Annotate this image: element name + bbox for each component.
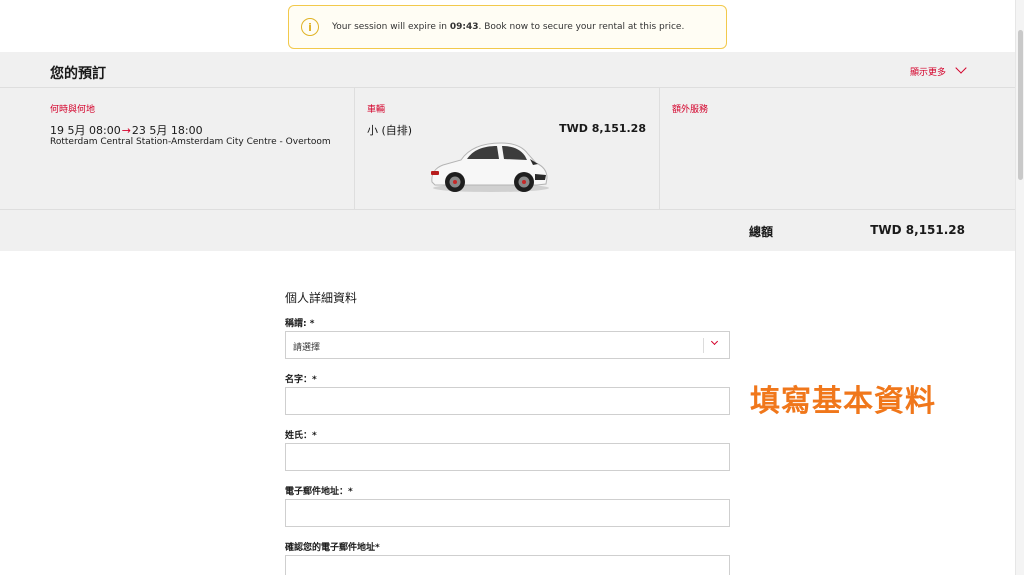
rental-dates: 19 5月 08:00→23 5月 18:00 — [50, 122, 203, 138]
total-label: 總額 — [749, 225, 774, 239]
email-field[interactable] — [285, 499, 730, 527]
show-more-link[interactable]: 顯示更多 — [910, 65, 946, 78]
vehicle-label: 車輛 — [367, 105, 386, 115]
vehicle-class: 小 (自排) — [367, 124, 413, 137]
first-name-field[interactable] — [285, 387, 730, 415]
confirm-email-field[interactable] — [285, 555, 730, 575]
vehicle-column: 車輛 小 (自排) TWD 8,151.28 — [355, 88, 660, 209]
session-text-suffix: . Book now to secure your rental at this… — [478, 22, 685, 32]
session-expiry-banner: i Your session will expire in 09:43. Boo… — [288, 5, 727, 49]
extras-column: 額外服務 — [660, 88, 1015, 209]
last-name-label: 姓氏：* — [285, 431, 317, 441]
extras-label: 額外服務 — [672, 105, 709, 115]
salutation-selected-value: 請選擇 — [293, 343, 321, 353]
confirm-email-label: 確認您的電子郵件地址* — [285, 543, 380, 553]
rental-location: Rotterdam Central Station-Amsterdam City… — [50, 137, 331, 147]
first-name-label: 名字：* — [285, 375, 317, 385]
total-price: TWD 8,151.28 — [870, 223, 965, 237]
total-row: 總額 TWD 8,151.28 — [0, 209, 1015, 251]
booking-summary-header: 您的預訂 顯示更多 — [0, 52, 1015, 88]
select-divider — [703, 338, 704, 353]
form-title: 個人詳細資料 — [285, 291, 358, 305]
annotation-text: 填寫基本資料 — [750, 384, 936, 419]
chevron-down-icon[interactable] — [955, 62, 967, 74]
scrollbar-thumb[interactable] — [1018, 30, 1023, 180]
vehicle-price: TWD 8,151.28 — [559, 122, 646, 135]
when-where-column: 何時與何地 19 5月 08:00→23 5月 18:00 Rotterdam … — [0, 88, 355, 209]
email-label: 電子郵件地址：* — [285, 487, 353, 497]
info-icon: i — [301, 18, 319, 36]
session-message: Your session will expire in 09:43. Book … — [332, 22, 684, 32]
booking-title: 您的預訂 — [50, 66, 106, 82]
salutation-label: 稱謂: * — [285, 319, 315, 329]
chevron-down-icon[interactable] — [710, 337, 719, 346]
dropoff-datetime: 23 5月 18:00 — [131, 124, 203, 137]
pickup-datetime: 19 5月 08:00 — [50, 124, 121, 137]
booking-summary: 您的預訂 顯示更多 何時與何地 19 5月 08:00→23 5月 18:00 … — [0, 52, 1015, 251]
arrow-right-icon: → — [121, 124, 131, 137]
salutation-select[interactable]: 請選擇 — [285, 331, 730, 359]
last-name-field[interactable] — [285, 443, 730, 471]
session-text-prefix: Your session will expire in — [332, 22, 450, 32]
session-timer: 09:43 — [449, 22, 479, 32]
car-image — [431, 142, 549, 192]
when-where-label: 何時與何地 — [50, 105, 96, 115]
page-scrollbar[interactable] — [1015, 0, 1024, 575]
